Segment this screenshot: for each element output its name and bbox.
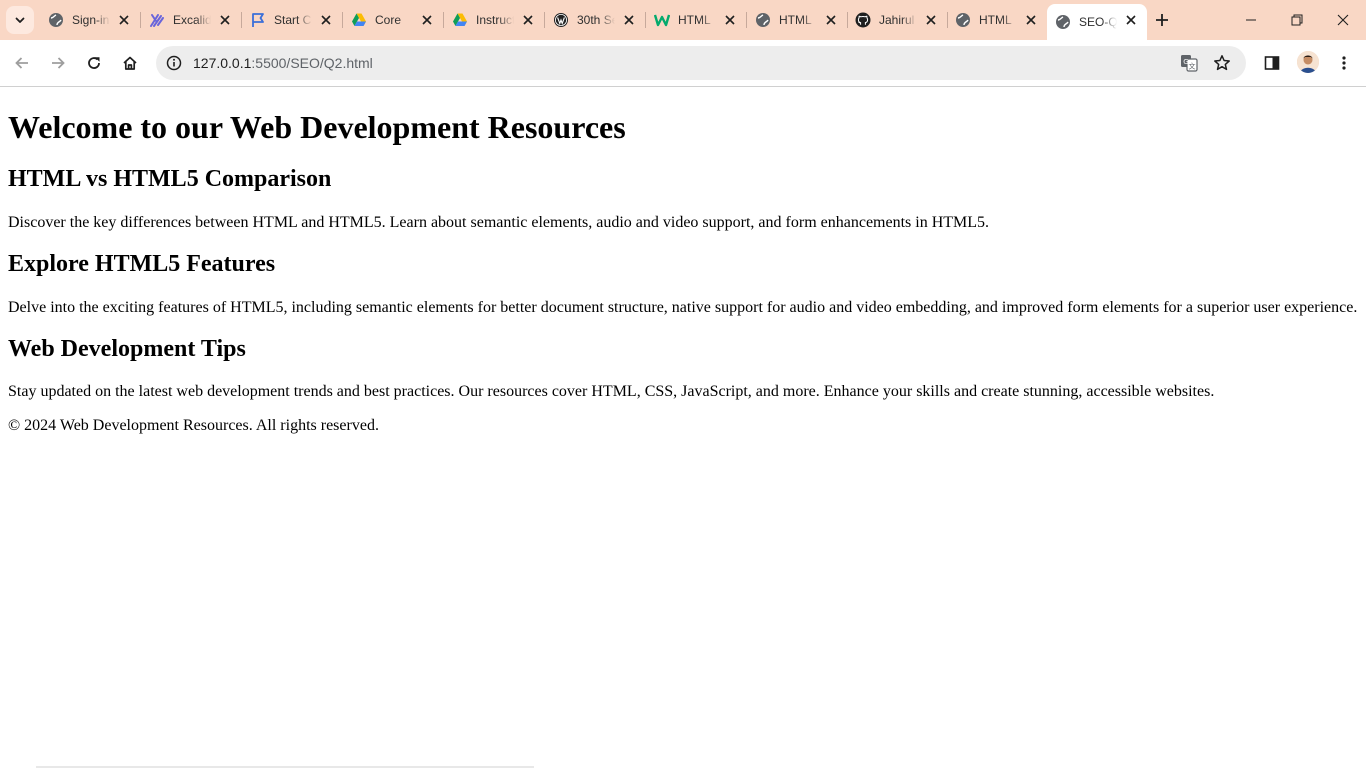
tab-title: Sign-in — [72, 13, 110, 27]
svg-text:文: 文 — [1189, 62, 1196, 71]
new-tab-button[interactable] — [1150, 8, 1174, 32]
tab-title: Core — [375, 13, 402, 27]
url-text[interactable]: 127.0.0.1:5500/SEO/Q2.html — [193, 46, 373, 80]
browser-toolbar: 127.0.0.1:5500/SEO/Q2.html G文 — [0, 40, 1366, 86]
reload-icon — [88, 57, 100, 69]
tab-start-course[interactable]: Start Course — [242, 4, 343, 36]
page-title: Welcome to our Web Development Resources — [8, 109, 626, 145]
close-icon[interactable] — [419, 12, 435, 28]
google-drive-icon — [351, 12, 367, 28]
tab-title: Jahirul — [879, 13, 915, 27]
address-bar[interactable]: 127.0.0.1:5500/SEO/Q2.html G文 — [156, 46, 1246, 80]
side-panel-button[interactable] — [1258, 49, 1286, 77]
section-text-web-dev-tips: Stay updated on the latest web developme… — [8, 383, 1215, 400]
tab-title: Start Course — [274, 13, 312, 27]
url-path: :5500/SEO/Q2.html — [251, 55, 373, 71]
google-drive-icon — [452, 12, 468, 28]
tab-title: Excalidraw — [173, 13, 211, 27]
kebab-menu-icon — [1342, 56, 1346, 70]
site-info-icon[interactable] — [162, 51, 186, 75]
tab-instructions[interactable]: Instructions — [444, 4, 545, 36]
restore-button[interactable] — [1274, 0, 1320, 40]
section-text-html-vs-html5: Discover the key differences between HTM… — [8, 214, 990, 231]
tab-title: SEO-Q2 — [1079, 15, 1117, 29]
tab-title: HTML — [678, 13, 711, 27]
translate-icon[interactable]: G文 — [1177, 51, 1201, 75]
tab-html-2[interactable]: HTML — [747, 4, 848, 36]
globe-icon — [955, 12, 971, 28]
close-window-button[interactable] — [1320, 0, 1366, 40]
tab-sign-in[interactable]: Sign-in — [40, 4, 141, 36]
section-heading-html-vs-html5: HTML vs HTML5 Comparison — [8, 166, 332, 192]
tab-excalidraw[interactable]: Excalidraw — [141, 4, 242, 36]
profile-avatar[interactable] — [1297, 51, 1319, 73]
tab-core[interactable]: Core — [343, 4, 444, 36]
wordpress-icon — [553, 12, 569, 28]
w-icon — [654, 12, 670, 28]
globe-icon — [755, 12, 771, 28]
github-icon — [855, 12, 871, 28]
menu-button[interactable] — [1330, 49, 1358, 77]
home-button[interactable] — [116, 49, 144, 77]
section-heading-html5-features: Explore HTML5 Features — [8, 251, 276, 277]
globe-icon — [48, 12, 64, 28]
section-heading-web-dev-tips: Web Development Tips — [8, 336, 246, 362]
tab-strip: Sign-in Excalidraw Start Course Core Ins — [0, 0, 1366, 40]
tab-title: HTML — [779, 13, 812, 27]
close-icon[interactable] — [520, 12, 536, 28]
tab-title: 30th September — [577, 13, 615, 27]
close-icon[interactable] — [823, 12, 839, 28]
close-icon[interactable] — [923, 12, 939, 28]
restore-icon — [1291, 14, 1303, 26]
close-icon[interactable] — [1023, 12, 1039, 28]
arrow-left-icon — [15, 57, 28, 69]
forward-button[interactable] — [44, 49, 72, 77]
tab-title: Instructions — [476, 13, 514, 27]
close-icon — [1337, 14, 1349, 26]
tab-html-w3[interactable]: HTML — [646, 4, 747, 36]
close-icon[interactable] — [621, 12, 637, 28]
tab-html-3[interactable]: HTML — [947, 4, 1047, 36]
tab-github-jahirul[interactable]: Jahirul — [847, 4, 948, 36]
tab-title: HTML — [979, 13, 1012, 27]
back-button[interactable] — [8, 49, 36, 77]
footer-copyright: © 2024 Web Development Resources. All ri… — [8, 417, 379, 434]
minimize-button[interactable] — [1228, 0, 1274, 40]
minimize-icon — [1246, 19, 1256, 21]
excalidraw-icon — [149, 12, 165, 28]
url-host: 127.0.0.1 — [193, 55, 252, 71]
tab-30th-september[interactable]: 30th September — [545, 4, 646, 36]
tab-search-button[interactable] — [6, 6, 34, 34]
plus-icon — [1156, 14, 1168, 26]
chevron-down-icon — [15, 17, 25, 23]
flag-icon — [250, 12, 266, 28]
reload-button[interactable] — [80, 49, 108, 77]
close-icon[interactable] — [217, 12, 233, 28]
arrow-right-icon — [52, 57, 65, 69]
avatar-icon — [1297, 51, 1319, 73]
close-icon[interactable] — [318, 12, 334, 28]
home-icon — [123, 56, 137, 70]
tab-seo-q2-active[interactable]: SEO-Q2 — [1047, 4, 1147, 40]
web-page: Welcome to our Web Development Resources… — [0, 87, 1366, 768]
section-text-html5-features: Delve into the exciting features of HTML… — [8, 299, 1358, 316]
close-icon[interactable] — [116, 12, 132, 28]
side-panel-icon — [1264, 56, 1280, 70]
bookmark-star-icon[interactable] — [1210, 51, 1234, 75]
close-icon[interactable] — [1123, 12, 1139, 28]
close-icon[interactable] — [722, 12, 738, 28]
globe-icon — [1055, 14, 1071, 30]
